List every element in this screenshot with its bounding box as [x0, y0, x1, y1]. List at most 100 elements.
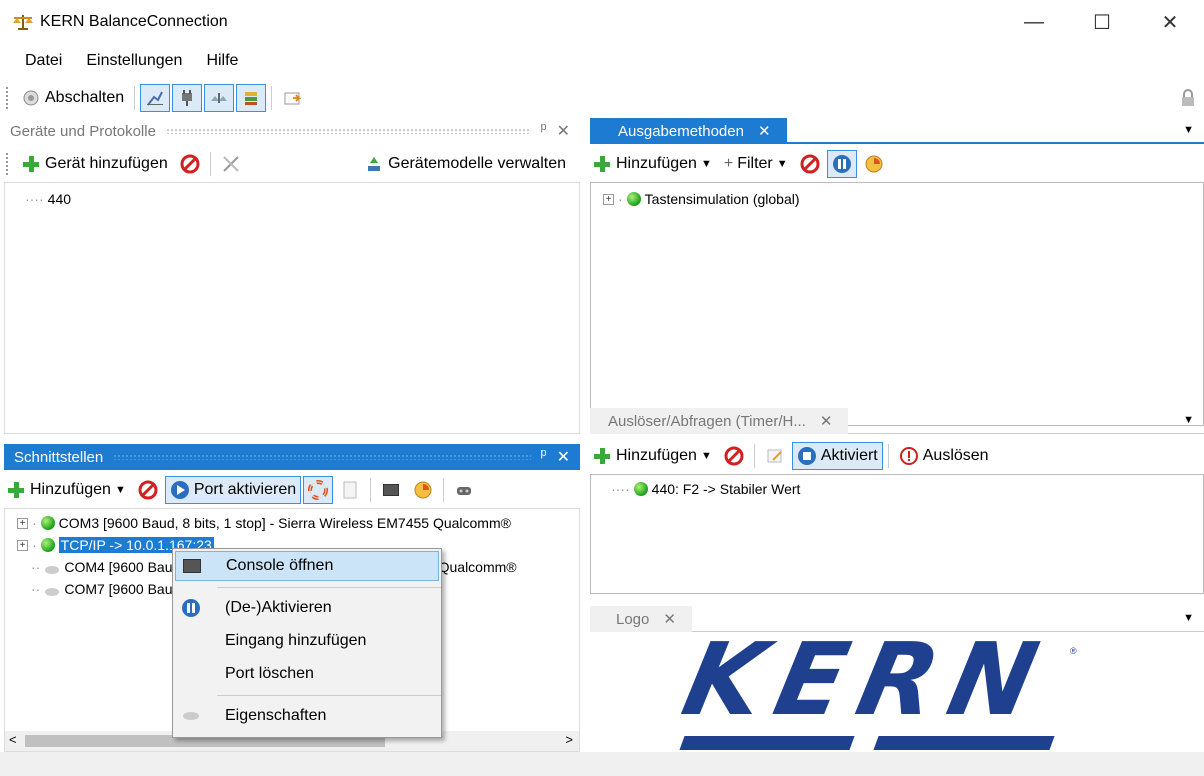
- activated-toggle[interactable]: Aktiviert: [791, 442, 883, 470]
- output-tree: + · Tastensimulation (global): [590, 182, 1204, 426]
- add-device-button[interactable]: Gerät hinzufügen: [15, 150, 174, 178]
- trigger-now-button[interactable]: Auslösen: [893, 442, 995, 470]
- kern-logo-text: KERN: [673, 634, 1062, 738]
- tab-dropdown-icon[interactable]: ▼: [1183, 124, 1194, 136]
- timer-output-button[interactable]: [858, 150, 890, 178]
- plug-tool-button[interactable]: [172, 84, 203, 112]
- pin-icon[interactable]: ᵖ: [541, 447, 547, 467]
- edit-icon: [765, 446, 785, 466]
- status-inactive-icon: [44, 562, 60, 574]
- scroll-left-icon[interactable]: <: [9, 732, 17, 747]
- pin-icon[interactable]: ᵖ: [541, 121, 547, 141]
- dropdown-arrow-icon: ▼: [776, 158, 788, 170]
- menu-datei[interactable]: Datei: [0, 52, 74, 70]
- list-item[interactable]: + · COM3 [9600 Baud, 8 bits, 1 stop] - S…: [17, 515, 511, 531]
- toolbar-grip[interactable]: [6, 153, 9, 175]
- context-item-delete-port[interactable]: Port löschen: [175, 659, 439, 689]
- context-item-toggle-active[interactable]: (De-)Aktivieren: [175, 593, 439, 623]
- title-bar: KERN BalanceConnection — ☐ ✕: [0, 0, 1204, 44]
- console-button[interactable]: [375, 476, 407, 504]
- close-tab-icon[interactable]: ✕: [663, 610, 676, 628]
- stack-tool-button[interactable]: [236, 84, 267, 112]
- delete-output-button[interactable]: [794, 150, 826, 178]
- filter-label: Filter: [737, 155, 773, 172]
- devices-panel-header: Geräte und Protokolle ᵖ ✕: [0, 118, 580, 144]
- export-tool-button[interactable]: [276, 84, 308, 112]
- device-label: 440: [47, 191, 72, 207]
- tab-logo[interactable]: Logo ✕: [590, 606, 692, 632]
- output-label: Tastensimulation (global): [644, 191, 800, 207]
- logo-area: KERN ®: [590, 634, 1204, 752]
- list-item[interactable]: ···· 440: F2 -> Stabiler Wert: [611, 481, 800, 497]
- list-item[interactable]: ···· 440: [25, 191, 71, 207]
- add-interface-button[interactable]: Hinzufügen ▼: [0, 476, 132, 504]
- pause-icon: [832, 154, 852, 174]
- close-panel-icon[interactable]: ✕: [557, 447, 570, 467]
- delete-trigger-button[interactable]: [718, 442, 750, 470]
- add-output-button[interactable]: Hinzufügen ▼: [590, 150, 718, 178]
- timer-button[interactable]: [407, 476, 439, 504]
- balance-tool-button[interactable]: [204, 84, 235, 112]
- maximize-button[interactable]: ☐: [1068, 0, 1136, 44]
- shutdown-label: Abschalten: [45, 89, 125, 106]
- delete-interface-button[interactable]: [132, 476, 164, 504]
- delete-icon: [724, 446, 744, 466]
- dropdown-arrow-icon: ▼: [700, 158, 712, 170]
- expand-icon[interactable]: +: [603, 193, 614, 205]
- context-item-open-console[interactable]: Console öffnen: [175, 551, 439, 581]
- game-button[interactable]: [448, 476, 480, 504]
- tab-output-methods[interactable]: Ausgabemethoden ✕: [590, 118, 787, 144]
- interfaces-panel-header: Schnittstellen ᵖ ✕: [4, 444, 580, 470]
- scroll-right-icon[interactable]: >: [565, 732, 573, 747]
- shutdown-button[interactable]: Abschalten: [15, 84, 130, 112]
- close-panel-icon[interactable]: ✕: [557, 121, 570, 141]
- timer-icon: [864, 154, 884, 174]
- status-active-icon: [40, 516, 55, 530]
- tab-dropdown-icon[interactable]: ▼: [1183, 414, 1194, 426]
- lifebuoy-icon: [308, 480, 329, 500]
- edit-trigger-button[interactable]: [759, 442, 791, 470]
- registered-mark: ®: [1070, 646, 1077, 656]
- manage-models-button[interactable]: Gerätemodelle verwalten: [358, 150, 572, 178]
- document-button[interactable]: [334, 476, 366, 504]
- toolbar-grip[interactable]: [6, 87, 9, 109]
- add-trigger-button[interactable]: Hinzufügen ▼: [590, 442, 718, 470]
- tab-dropdown-icon[interactable]: ▼: [1183, 612, 1194, 624]
- interfaces-toolbar: Hinzufügen ▼ Port aktivieren: [0, 474, 580, 506]
- logo-bar-left: [679, 736, 855, 750]
- lifebuoy-button[interactable]: [303, 476, 334, 504]
- context-item-properties[interactable]: Eigenschaften: [175, 701, 439, 731]
- output-panel-title: Ausgabemethoden: [618, 122, 744, 140]
- document-icon: [340, 480, 360, 500]
- device-tools-button[interactable]: [215, 150, 247, 178]
- expand-icon[interactable]: +: [17, 517, 28, 529]
- logo-panel-title: Logo: [616, 610, 650, 628]
- activate-port-button[interactable]: Port aktivieren: [164, 476, 302, 504]
- add-output-label: Hinzufügen: [616, 155, 697, 172]
- context-item-add-input[interactable]: Eingang hinzufügen: [175, 626, 439, 656]
- close-button[interactable]: ✕: [1136, 0, 1204, 44]
- tab-triggers[interactable]: Auslöser/Abfragen (Timer/H... ✕: [590, 408, 849, 434]
- activated-label: Aktiviert: [820, 447, 878, 464]
- balance-icon: [209, 88, 229, 108]
- delete-device-button[interactable]: [174, 150, 206, 178]
- lock-icon[interactable]: [1178, 88, 1198, 108]
- console-icon: [381, 480, 401, 500]
- close-tab-icon[interactable]: ✕: [820, 412, 833, 430]
- activate-port-label: Port aktivieren: [193, 481, 297, 498]
- triggers-panel-title: Auslöser/Abfragen (Timer/H...: [608, 412, 806, 430]
- filter-button[interactable]: + Filter ▼: [718, 150, 794, 178]
- list-item[interactable]: + · Tastensimulation (global): [603, 191, 800, 207]
- expand-icon[interactable]: +: [17, 539, 28, 551]
- close-tab-icon[interactable]: ✕: [758, 122, 771, 140]
- minimize-icon: —: [1024, 10, 1044, 33]
- menu-hilfe[interactable]: Hilfe: [194, 52, 250, 70]
- dropdown-arrow-icon: ▼: [114, 484, 126, 496]
- context-menu: Console öffnen (De-)Aktivieren Eingang h…: [172, 548, 442, 738]
- chart-tool-button[interactable]: [140, 84, 171, 112]
- trigger-label: 440: F2 -> Stabiler Wert: [651, 481, 801, 497]
- menu-einstellungen[interactable]: Einstellungen: [74, 52, 194, 70]
- pause-output-button[interactable]: [826, 150, 857, 178]
- minimize-button[interactable]: —: [1000, 0, 1068, 44]
- menu-bar: Datei Einstellungen Hilfe: [0, 46, 1204, 76]
